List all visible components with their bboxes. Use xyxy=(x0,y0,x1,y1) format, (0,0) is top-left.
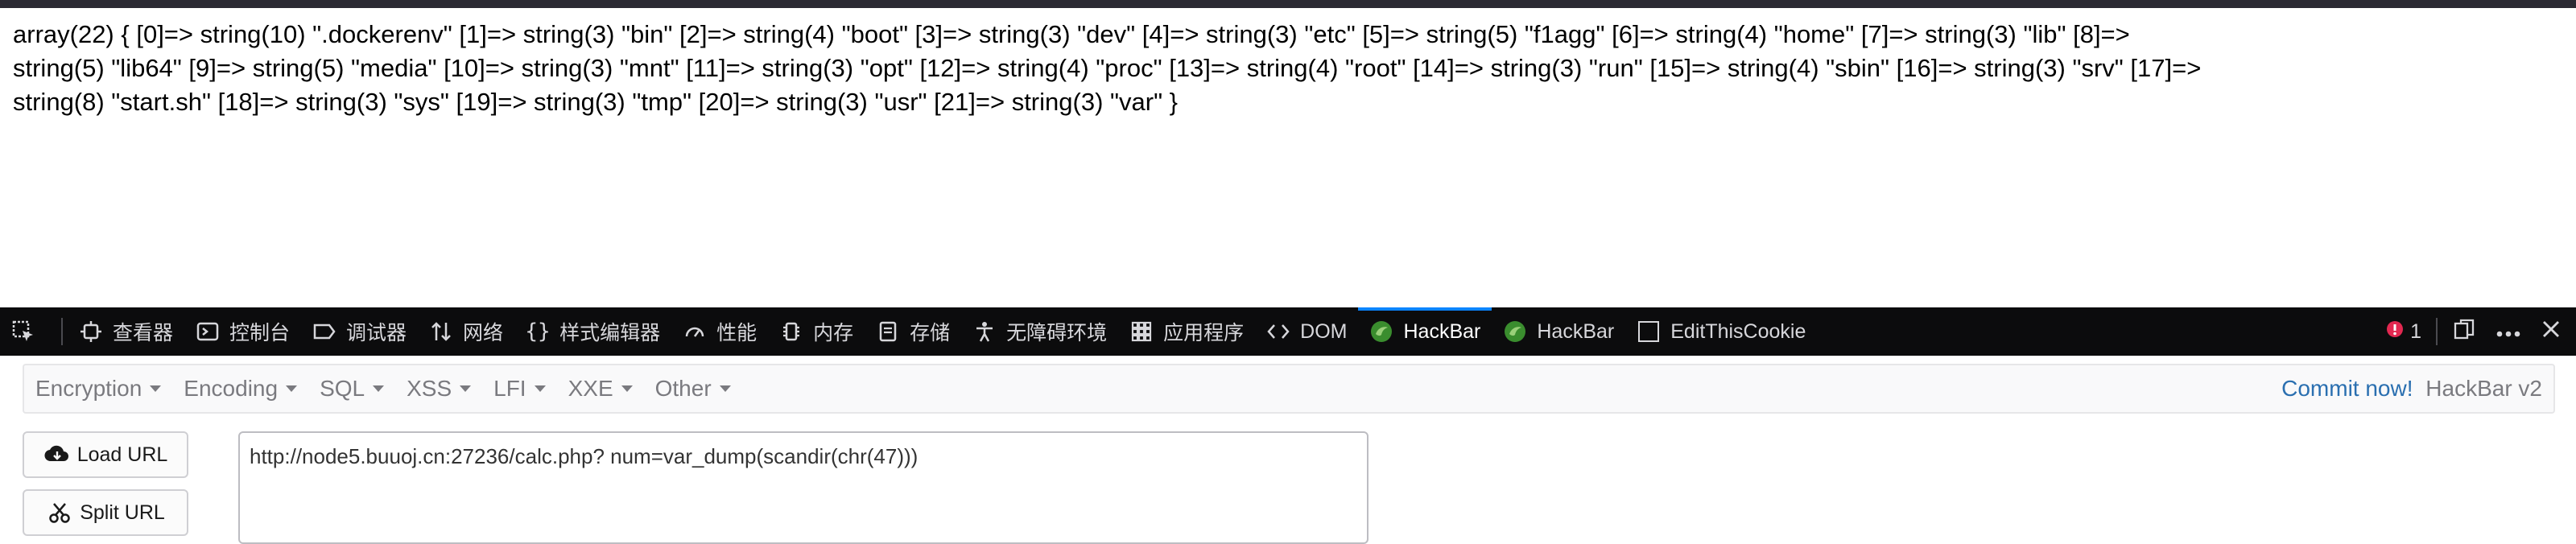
menu-label: XXE xyxy=(568,376,613,401)
menu-lfi[interactable]: LFI xyxy=(482,365,556,412)
url-textarea[interactable]: http://node5.buuoj.cn:27236/calc.php? nu… xyxy=(238,431,1368,544)
braces-icon: {} xyxy=(525,319,551,344)
tab-debugger[interactable]: 调试器 xyxy=(301,307,418,356)
tab-label: 内存 xyxy=(813,322,854,344)
load-url-button[interactable]: Load URL xyxy=(23,431,188,478)
ellipsis-icon xyxy=(2496,320,2521,344)
menu-label: Encryption xyxy=(35,376,142,401)
menu-label: SQL xyxy=(320,376,365,401)
menu-label: LFI xyxy=(493,376,526,401)
tab-performance[interactable]: 性能 xyxy=(671,307,768,356)
more-options-button[interactable] xyxy=(2486,307,2531,356)
tab-dom[interactable]: DOM xyxy=(1255,307,1358,356)
storage-icon xyxy=(876,319,900,344)
output-line: string(5) "lib64" [9]=> string(5) "media… xyxy=(13,54,2202,82)
commit-area: Commit now! HackBar v2 xyxy=(2281,376,2553,402)
accessibility-icon xyxy=(972,319,997,344)
dock-toggle-button[interactable] xyxy=(2442,307,2486,356)
chevron-down-icon xyxy=(460,385,472,392)
tab-label: 控制台 xyxy=(229,322,291,344)
chevron-down-icon xyxy=(534,385,546,392)
split-url-label: Split URL xyxy=(80,501,165,524)
debugger-icon xyxy=(312,319,336,344)
menu-label: Encoding xyxy=(184,376,279,401)
tab-inspector[interactable]: 查看器 xyxy=(68,307,184,356)
chevron-down-icon xyxy=(621,385,633,392)
hackbar-version: HackBar v2 xyxy=(2425,376,2542,401)
tab-label: 样式编辑器 xyxy=(559,322,661,344)
dom-icon xyxy=(1266,319,1290,344)
tab-label: HackBar xyxy=(1403,319,1481,343)
error-count-button[interactable]: 1 xyxy=(2376,307,2431,356)
chevron-down-icon xyxy=(150,385,162,392)
tab-label: DOM xyxy=(1300,319,1348,343)
tab-editthiscookie[interactable]: EditThisCookie xyxy=(1625,307,1817,356)
tab-label: 网络 xyxy=(463,322,504,344)
devtools-toolbar: 查看器 控制台 调试器 网络 {} 样式编辑器 性能 内存 存储 无障碍环境 应… xyxy=(0,307,2576,356)
picker-icon xyxy=(11,319,35,344)
tab-label: HackBar xyxy=(1537,319,1615,343)
toolbar-divider xyxy=(61,318,63,345)
tab-network[interactable]: 网络 xyxy=(418,307,514,356)
menu-sql[interactable]: SQL xyxy=(308,365,395,412)
devtools-toolbar-right: 1 xyxy=(2376,307,2576,356)
tab-accessibility[interactable]: 无障碍环境 xyxy=(961,307,1118,356)
memory-icon xyxy=(779,319,803,344)
chevron-down-icon xyxy=(719,385,731,392)
hackbar-icon xyxy=(1503,319,1527,344)
tab-label: 存储 xyxy=(910,322,951,344)
tab-label: 调试器 xyxy=(346,322,407,344)
tab-memory[interactable]: 内存 xyxy=(768,307,865,356)
performance-icon xyxy=(683,319,707,344)
menu-label: Other xyxy=(654,376,712,401)
cookie-checkbox-icon xyxy=(1637,319,1661,344)
toolbar-divider xyxy=(2436,318,2438,345)
menu-encoding[interactable]: Encoding xyxy=(172,365,308,412)
url-value: http://node5.buuoj.cn:27236/calc.php? nu… xyxy=(250,444,919,468)
browser-top-strip xyxy=(0,0,2576,8)
inspector-icon xyxy=(79,319,103,344)
close-devtools-button[interactable] xyxy=(2531,307,2571,356)
page-output-text: array(22) { [0]=> string(10) ".dockerenv… xyxy=(13,18,2557,119)
tab-hackbar[interactable]: HackBar xyxy=(1492,307,1625,356)
tab-style-editor[interactable]: {} 样式编辑器 xyxy=(514,307,671,356)
output-line: array(22) { [0]=> string(10) ".dockerenv… xyxy=(13,20,2130,48)
application-icon xyxy=(1129,319,1154,344)
commit-now-link[interactable]: Commit now! xyxy=(2281,376,2413,401)
load-url-label: Load URL xyxy=(76,443,168,466)
tab-storage[interactable]: 存储 xyxy=(865,307,961,356)
network-icon xyxy=(429,319,453,344)
output-line: string(8) "start.sh" [18]=> string(3) "s… xyxy=(13,88,1179,116)
tab-label: EditThisCookie xyxy=(1670,319,1806,343)
menu-encryption[interactable]: Encryption xyxy=(24,365,172,412)
menu-xxe[interactable]: XXE xyxy=(557,365,644,412)
split-url-button[interactable]: Split URL xyxy=(23,489,188,536)
chevron-down-icon xyxy=(286,385,298,392)
chevron-down-icon xyxy=(373,385,385,392)
tab-hackbar-active[interactable]: HackBar xyxy=(1358,307,1492,356)
cloud-download-icon xyxy=(43,443,71,467)
element-picker-button[interactable] xyxy=(0,307,56,356)
close-icon xyxy=(2541,319,2562,345)
tab-label: 无障碍环境 xyxy=(1006,322,1108,344)
tab-console[interactable]: 控制台 xyxy=(184,307,301,356)
error-count: 1 xyxy=(2410,319,2421,343)
menu-other[interactable]: Other xyxy=(644,365,742,412)
menu-label: XSS xyxy=(407,376,452,401)
hackbar-icon xyxy=(1369,319,1393,344)
tab-label: 查看器 xyxy=(113,322,174,344)
tab-label: 性能 xyxy=(716,322,758,344)
console-icon xyxy=(196,319,220,344)
error-icon xyxy=(2386,320,2404,344)
tab-application[interactable]: 应用程序 xyxy=(1118,307,1255,356)
menu-xss[interactable]: XSS xyxy=(395,365,482,412)
dock-side-icon xyxy=(2452,317,2476,347)
devtools-panel: 查看器 控制台 调试器 网络 {} 样式编辑器 性能 内存 存储 无障碍环境 应… xyxy=(0,307,2576,544)
tab-label: 应用程序 xyxy=(1163,322,1245,344)
hackbar-menubar: Encryption Encoding SQL XSS LFI XXE Othe… xyxy=(23,364,2555,414)
